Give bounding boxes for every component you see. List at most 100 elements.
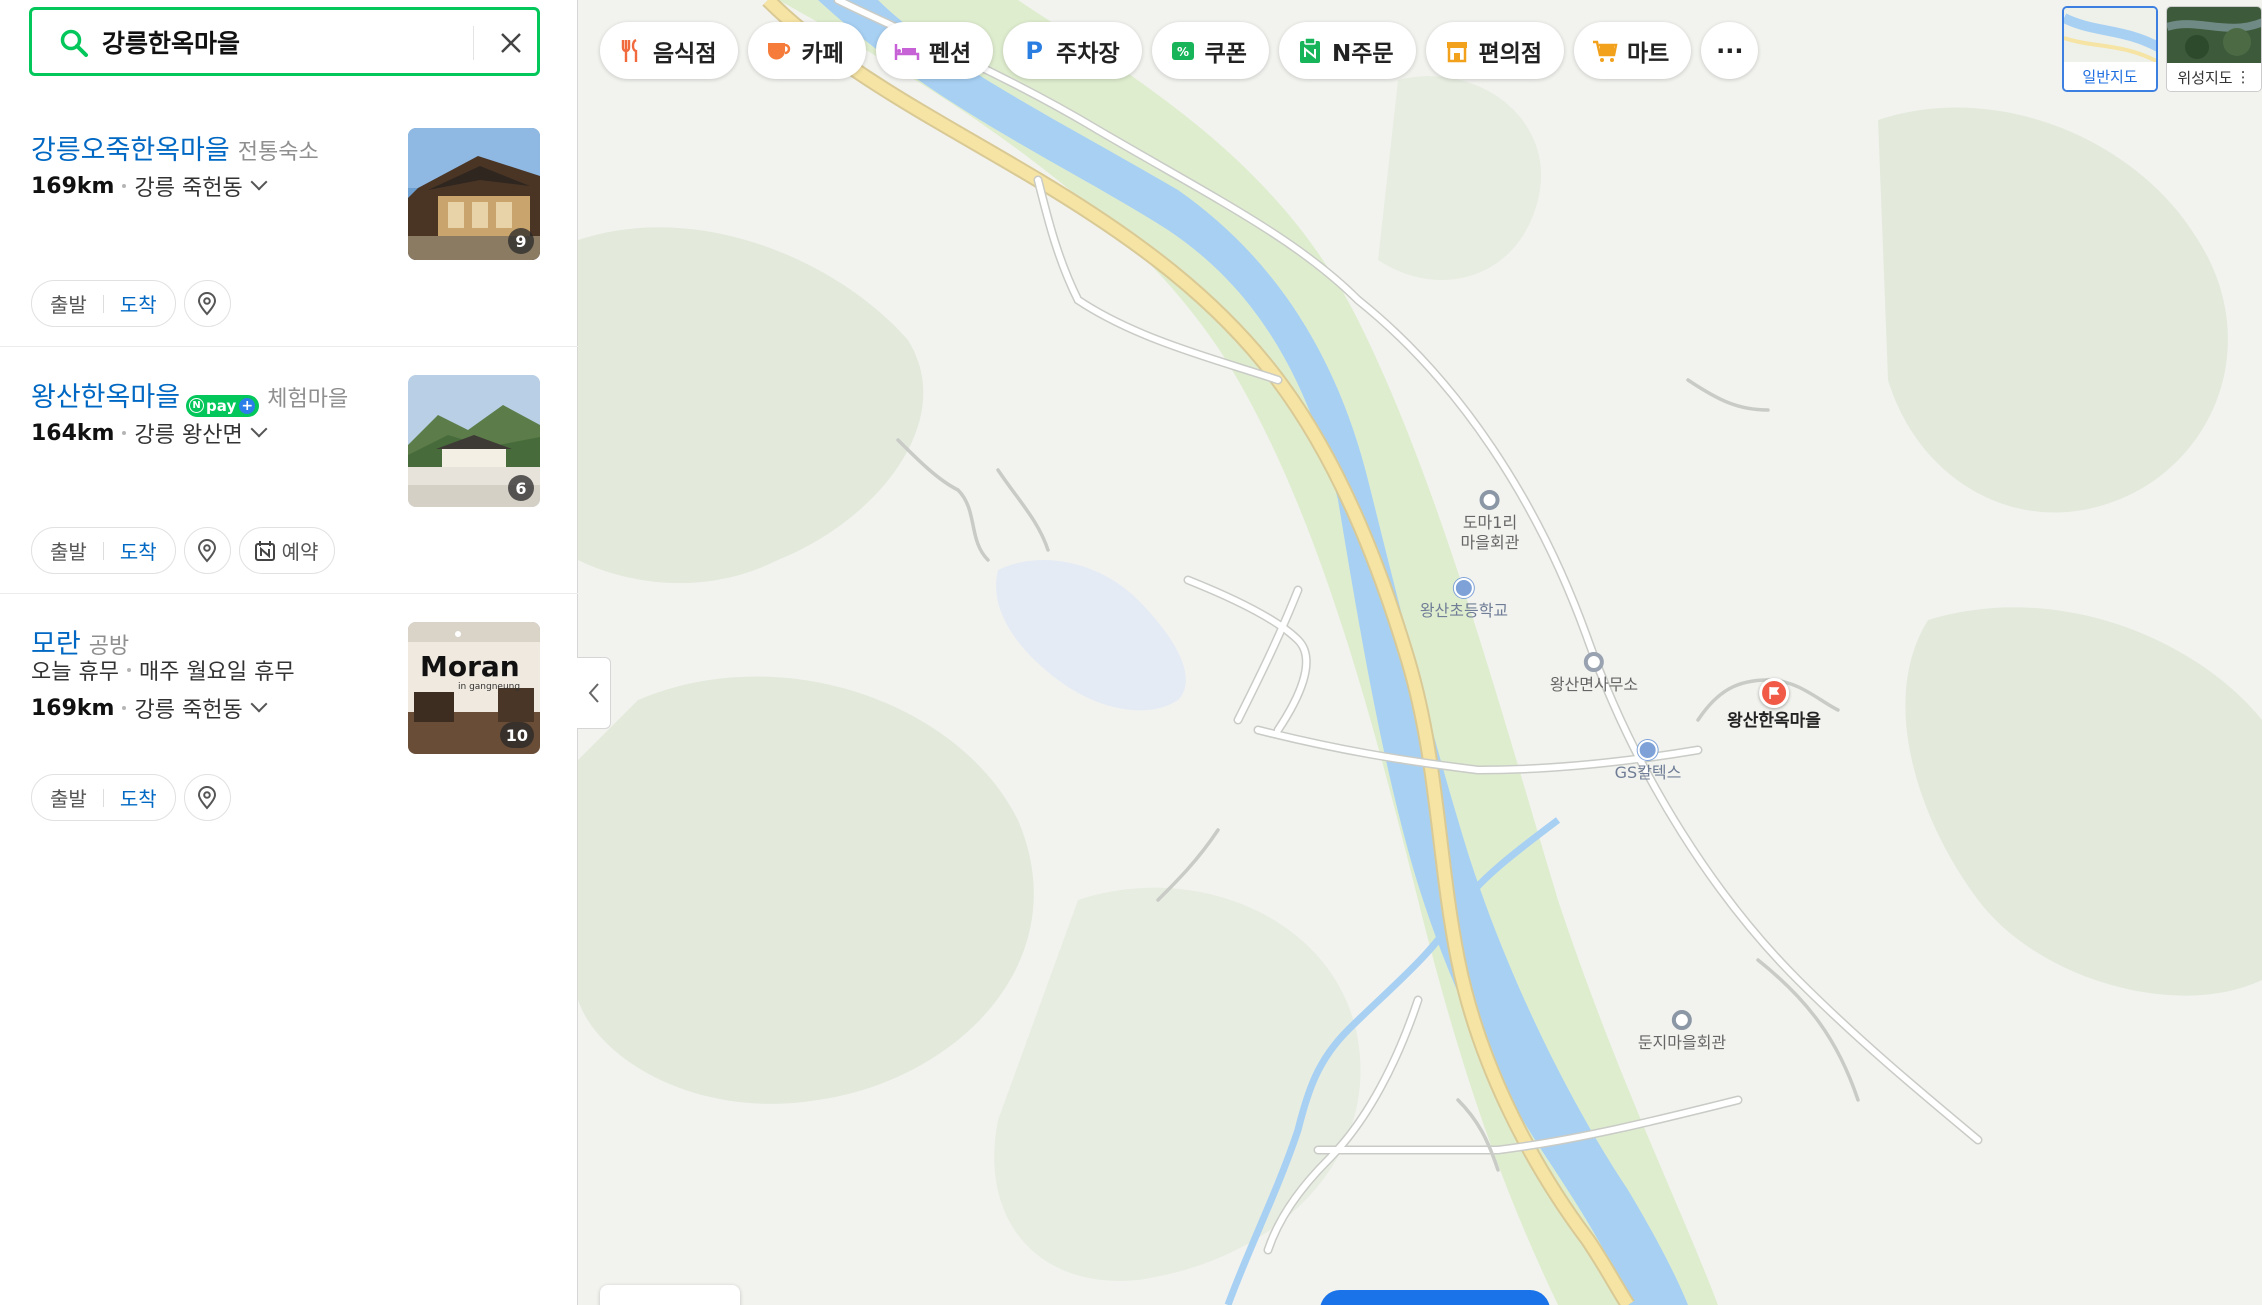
category-label: 펜션: [928, 40, 972, 67]
result-item[interactable]: 왕산한옥마을 Npay + 체험마을 164km 강릉 왕산면 6 출발 도착 …: [0, 347, 578, 594]
category-label: 편의점: [1478, 40, 1543, 67]
search-box: [29, 7, 540, 76]
result-item[interactable]: 모란 공방 오늘 휴무 매주 월요일 휴무 169km 강릉 죽헌동 Moran…: [0, 594, 578, 841]
reserve-label: 예약: [281, 540, 319, 564]
svg-text:%: %: [1177, 45, 1189, 59]
map-pin-icon: [198, 538, 217, 563]
poi-label: 왕산초등학교: [1419, 601, 1509, 620]
route-buttons: 출발 도착: [31, 527, 176, 574]
result-distance: 169km: [31, 695, 115, 721]
route-separator: [102, 541, 104, 560]
map-bottom-left-control[interactable]: [600, 1285, 740, 1305]
result-photo[interactable]: Moran in gangneung 10: [408, 622, 540, 754]
result-area[interactable]: 강릉 죽헌동: [134, 170, 242, 202]
poi-doma-village-hall[interactable]: 도마1리 마을회관: [1460, 490, 1520, 553]
result-title[interactable]: 강릉오죽한옥마을: [31, 128, 230, 167]
plus-icon: +: [239, 397, 256, 414]
separator-dot: [126, 668, 131, 672]
calendar-n-icon: [254, 540, 275, 561]
category-parking[interactable]: P 주차장: [1003, 22, 1142, 79]
chevron-down-icon[interactable]: [250, 695, 268, 713]
search-input[interactable]: [102, 22, 482, 62]
photo-logo-text: Moran: [420, 650, 520, 683]
business-status: 오늘 휴무: [31, 660, 119, 685]
poi-gs-caltex[interactable]: GS칼텍스: [1615, 740, 1681, 783]
route-separator: [102, 294, 104, 313]
search-panel: 강릉오죽한옥마을 전통숙소 169km 강릉 죽헌동: [0, 0, 578, 1305]
more-icon: ···: [1716, 36, 1744, 65]
coupon-icon: %: [1170, 38, 1196, 64]
result-photo[interactable]: 6: [408, 375, 540, 507]
npay-badge: Npay +: [186, 394, 260, 417]
photo-count-badge: 6: [508, 475, 534, 501]
route-separator: [102, 788, 104, 807]
result-meta: 164km 강릉 왕산면: [31, 417, 268, 449]
reserve-button[interactable]: 예약: [238, 527, 336, 574]
separator-dot: [122, 431, 127, 435]
depart-button[interactable]: 출발: [50, 783, 87, 812]
category-n-order[interactable]: N주문: [1278, 22, 1416, 79]
government-office-icon: [1583, 652, 1604, 672]
map-canvas[interactable]: 음식점 카페 펜션 P 주차장 % 쿠폰 N주문 편의점 마트 ··· 일반지도…: [578, 0, 2262, 1305]
category-filter-bar: 음식점 카페 펜션 P 주차장 % 쿠폰 N주문 편의점 마트 ···: [600, 22, 1759, 79]
map-type-satellite-button[interactable]: 위성지도 ⋮: [2166, 6, 2262, 92]
poi-wangsan-elementary-school[interactable]: 왕산초등학교: [1420, 578, 1508, 621]
npay-text: pay: [206, 396, 237, 415]
poi-dunji-village-hall[interactable]: 둔지마을회관: [1638, 1010, 1726, 1053]
npay-n-icon: N: [189, 398, 205, 413]
map-pin-button[interactable]: [183, 527, 231, 574]
route-buttons: 출발 도착: [31, 280, 176, 327]
category-label: 주차장: [1056, 40, 1120, 67]
result-meta: 169km 강릉 죽헌동: [31, 170, 268, 202]
separator-dot: [122, 184, 127, 188]
chevron-down-icon[interactable]: [250, 173, 268, 191]
category-restaurant[interactable]: 음식점: [600, 22, 739, 79]
arrive-button[interactable]: 도착: [120, 783, 157, 812]
result-meta: 169km 강릉 죽헌동: [31, 692, 268, 724]
map-base-layer: [578, 0, 2262, 1305]
fork-knife-icon: [618, 38, 644, 64]
map-bottom-action-button[interactable]: [1320, 1290, 1550, 1305]
clear-search-button[interactable]: [490, 22, 532, 64]
poi-label: 둔지마을회관: [1637, 1033, 1727, 1052]
result-title[interactable]: 왕산한옥마을: [31, 375, 180, 414]
business-status-detail: 매주 월요일 휴무: [138, 660, 295, 685]
poi-wangsan-hanok-village-marker[interactable]: 왕산한옥마을: [1727, 678, 1821, 731]
category-convenience-store[interactable]: 편의점: [1425, 22, 1565, 79]
parking-icon: P: [1025, 36, 1043, 65]
community-hall-icon: [1479, 490, 1500, 510]
poi-label: 왕산한옥마을: [1727, 711, 1821, 731]
category-cafe[interactable]: 카페: [748, 22, 866, 79]
more-vertical-icon[interactable]: ⋮: [2236, 68, 2251, 86]
result-area[interactable]: 강릉 왕산면: [134, 417, 242, 449]
category-coupon[interactable]: % 쿠폰: [1151, 22, 1269, 79]
result-status: 오늘 휴무 매주 월요일 휴무: [31, 654, 295, 686]
photo-count-badge: 9: [508, 228, 534, 254]
poi-wangsan-myeon-office[interactable]: 왕산면사무소: [1550, 652, 1638, 695]
map-pin-button[interactable]: [183, 774, 231, 821]
route-buttons: 출발 도착: [31, 774, 176, 821]
result-area[interactable]: 강릉 죽헌동: [134, 692, 242, 724]
arrive-button[interactable]: 도착: [120, 536, 157, 565]
category-label: N주문: [1331, 40, 1394, 67]
category-label: 마트: [1627, 40, 1670, 67]
result-item[interactable]: 강릉오죽한옥마을 전통숙소 169km 강릉 죽헌동 9 출발 도착: [0, 100, 578, 347]
satellite-label-text: 위성지도: [2177, 68, 2233, 87]
depart-button[interactable]: 출발: [50, 536, 87, 565]
flag-marker-icon: [1759, 678, 1789, 708]
category-mart[interactable]: 마트: [1574, 22, 1692, 79]
bed-icon: [894, 38, 920, 64]
arrive-button[interactable]: 도착: [120, 289, 157, 318]
map-pin-button[interactable]: [183, 280, 231, 327]
category-pension[interactable]: 펜션: [875, 22, 994, 79]
poi-label: 도마1리 마을회관: [1460, 513, 1520, 552]
depart-button[interactable]: 출발: [50, 289, 87, 318]
map-type-normal-button[interactable]: 일반지도: [2062, 6, 2158, 92]
result-photo[interactable]: 9: [408, 128, 540, 260]
category-label: 카페: [801, 40, 844, 67]
chevron-down-icon[interactable]: [250, 420, 268, 438]
more-categories-button[interactable]: ···: [1701, 22, 1759, 79]
result-distance: 164km: [31, 420, 115, 446]
cart-icon: [1592, 38, 1618, 64]
collapse-panel-button[interactable]: [577, 657, 611, 729]
